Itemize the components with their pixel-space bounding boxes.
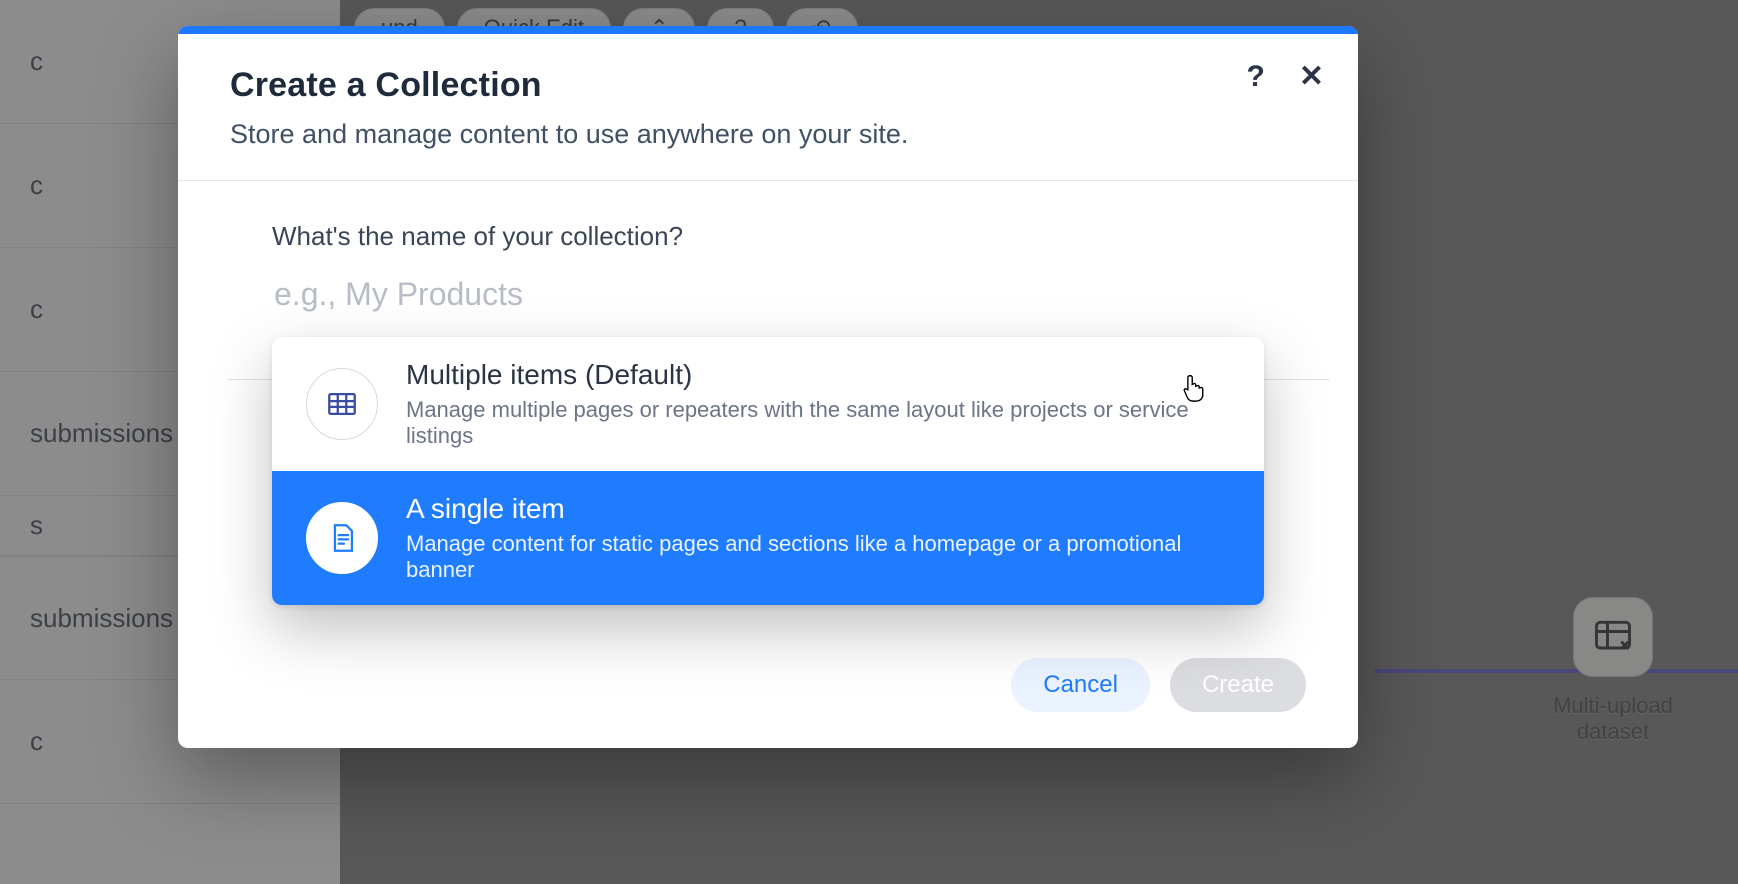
modal-title: Create a Collection <box>230 66 1306 105</box>
option-single-item[interactable]: A single item Manage content for static … <box>272 471 1264 605</box>
document-icon <box>306 502 378 574</box>
option-title: Multiple items (Default) <box>406 359 1230 391</box>
create-collection-modal: Create a Collection Store and manage con… <box>178 26 1358 748</box>
background-app: c c c submissions s submissions c und Qu… <box>0 0 1738 884</box>
modal-header: Create a Collection Store and manage con… <box>178 34 1358 181</box>
collection-type-dropdown: Multiple items (Default) Manage multiple… <box>272 337 1264 605</box>
option-desc: Manage multiple pages or repeaters with … <box>406 397 1230 449</box>
modal-footer: Cancel Create <box>178 658 1358 748</box>
modal-subtitle: Store and manage content to use anywhere… <box>230 119 1306 150</box>
option-title: A single item <box>406 493 1230 525</box>
table-icon <box>306 368 378 440</box>
modal-accent-bar <box>178 26 1358 34</box>
cancel-button[interactable]: Cancel <box>1011 658 1150 712</box>
option-multiple-items[interactable]: Multiple items (Default) Manage multiple… <box>272 337 1264 471</box>
modal-body: What's the name of your collection? <box>178 181 1358 658</box>
help-icon[interactable]: ? <box>1247 62 1265 92</box>
collection-name-label: What's the name of your collection? <box>272 221 1264 252</box>
option-desc: Manage content for static pages and sect… <box>406 531 1230 583</box>
close-icon[interactable]: ✕ <box>1299 62 1324 92</box>
create-button[interactable]: Create <box>1170 658 1306 712</box>
collection-name-input[interactable] <box>272 270 1264 327</box>
